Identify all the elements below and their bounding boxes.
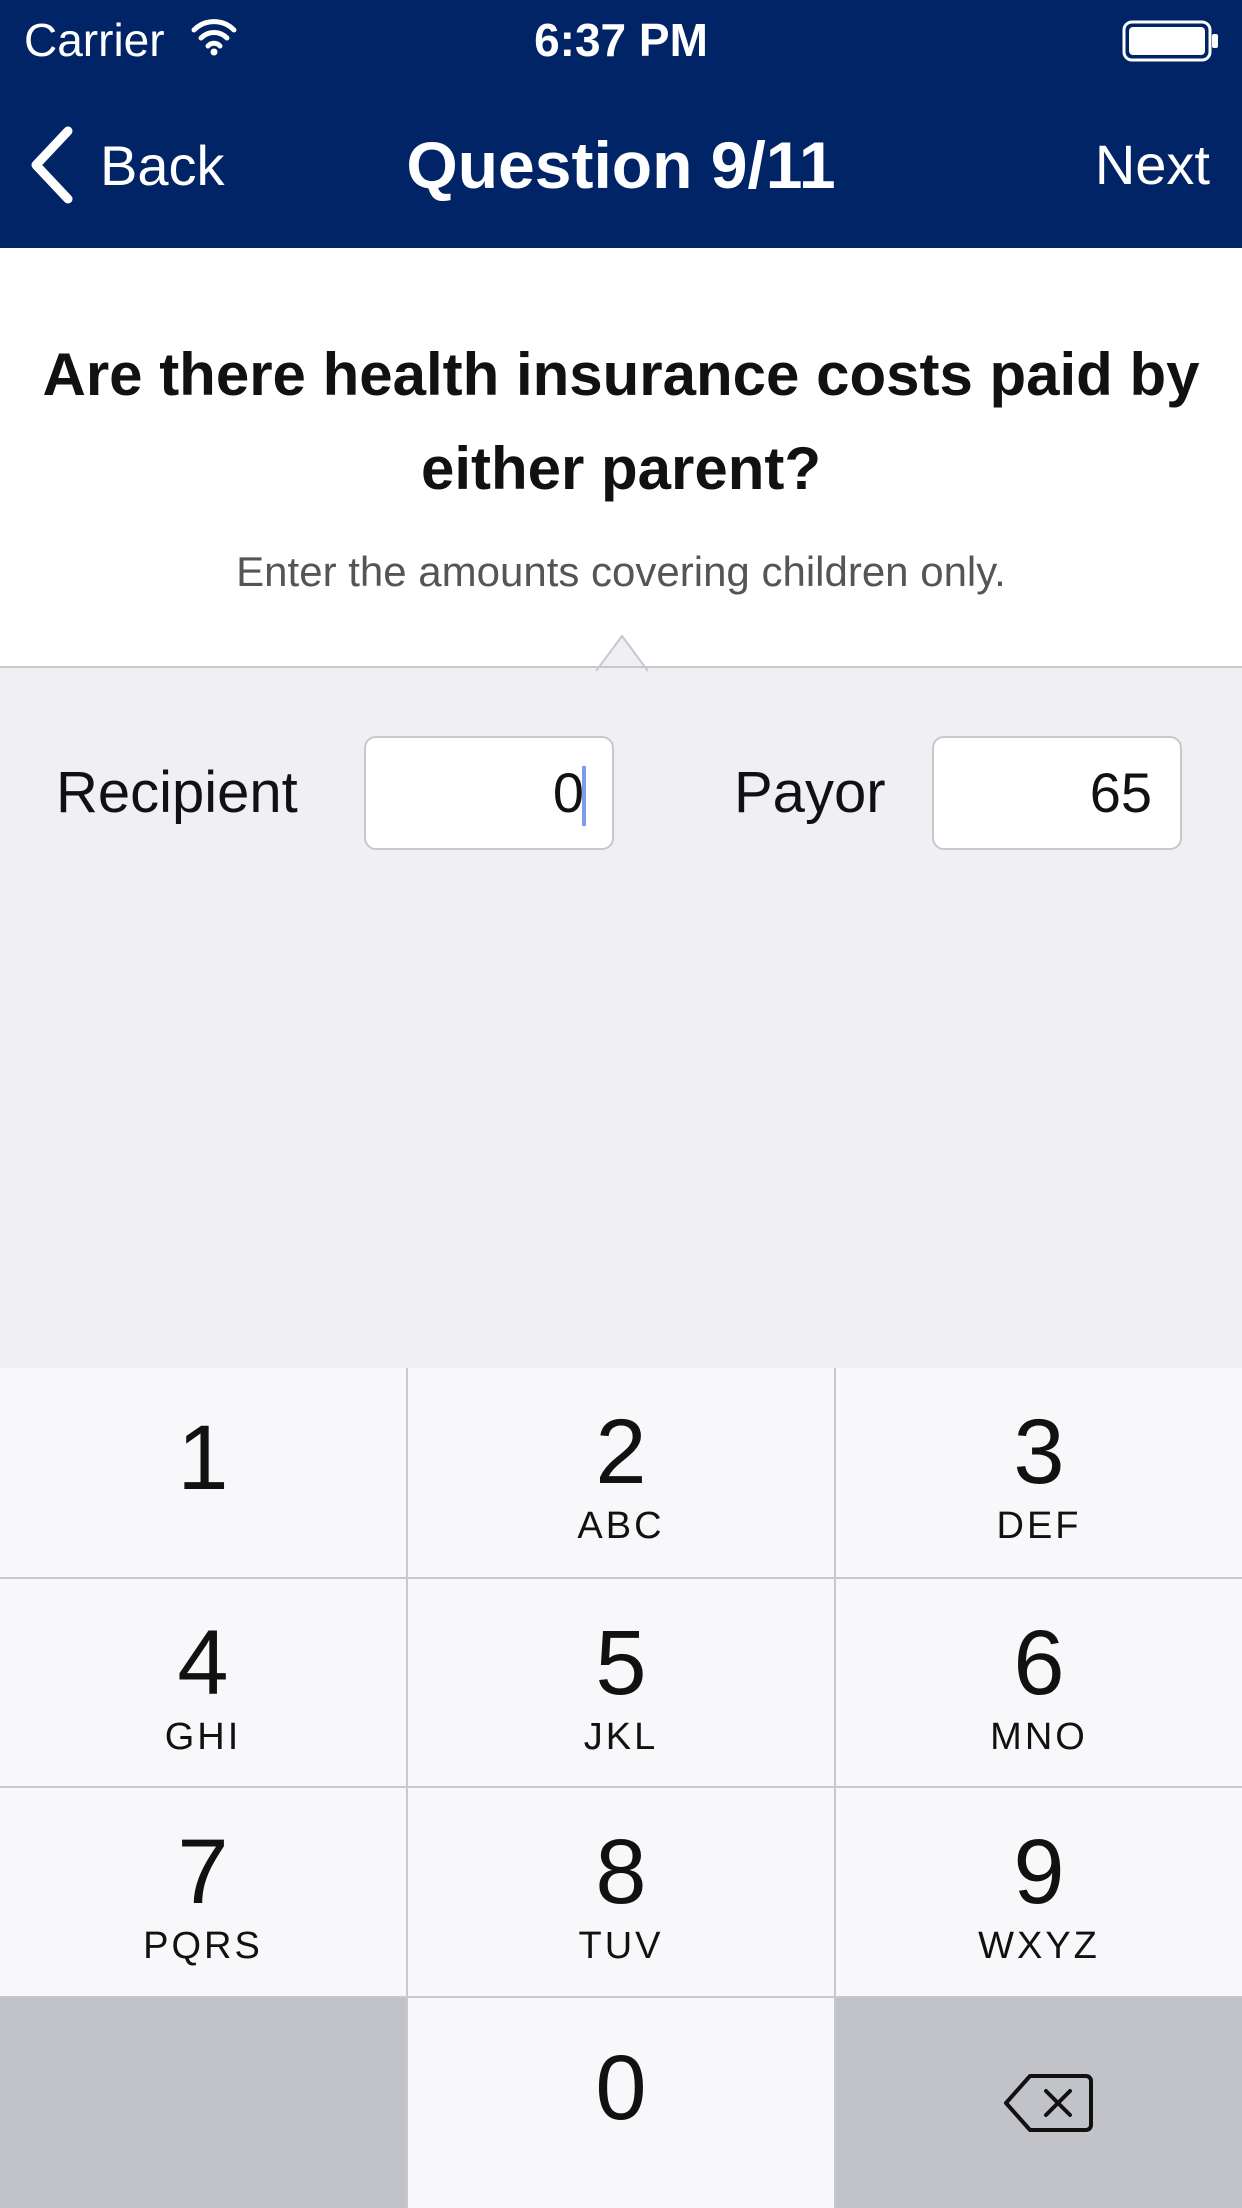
page-title: Question 9/11 — [406, 128, 836, 202]
question-text: Are there health insurance costs paid by… — [42, 341, 1200, 502]
question-panel: Are there health insurance costs paid by… — [0, 248, 1242, 672]
key-0[interactable]: 0 — [408, 1998, 834, 2208]
payor-label: Payor — [734, 760, 886, 825]
key-4[interactable]: 4 GHI — [0, 1579, 406, 1786]
key-digit: 4 — [177, 1612, 229, 1714]
delete-button[interactable] — [836, 1998, 1242, 2208]
key-6[interactable]: 6 MNO — [836, 1579, 1242, 1786]
divider — [0, 666, 1242, 668]
recipient-value: 0 — [552, 761, 584, 824]
nav-bar: Back Question 9/11 Next — [0, 100, 1242, 230]
key-letters: TUV — [578, 1925, 664, 1967]
key-digit: 6 — [1013, 1612, 1065, 1714]
key-digit: 3 — [1013, 1401, 1065, 1503]
key-8[interactable]: 8 TUV — [408, 1788, 834, 1996]
payor-input[interactable]: 65 — [932, 736, 1182, 850]
key-digit: 2 — [595, 1401, 647, 1503]
payor-value: 65 — [1089, 761, 1152, 824]
key-letters: JKL — [583, 1716, 659, 1758]
recipient-label: Recipient — [56, 760, 298, 825]
key-1[interactable]: 1 — [0, 1368, 406, 1577]
key-letters: DEF — [996, 1505, 1082, 1547]
key-digit: 8 — [595, 1821, 647, 1923]
key-digit: 1 — [177, 1407, 229, 1509]
key-letters: ABC — [577, 1505, 665, 1547]
key-9[interactable]: 9 WXYZ — [836, 1788, 1242, 1996]
key-letters: GHI — [164, 1716, 242, 1758]
clock: 6:37 PM — [534, 14, 708, 66]
text-caret — [582, 766, 586, 826]
key-digit: 7 — [177, 1821, 229, 1923]
key-digit: 5 — [595, 1612, 647, 1714]
numeric-keypad: 1 2 ABC 3 DEF 4 GHI 5 JKL 6 MNO 7 PQRS 8… — [0, 1368, 1242, 2208]
key-letters: MNO — [990, 1716, 1088, 1758]
key-2[interactable]: 2 ABC — [408, 1368, 834, 1577]
next-button[interactable]: Next — [1095, 122, 1210, 208]
header: Carrier 6:37 PM Back Question 9/11 Next — [0, 0, 1242, 248]
key-5[interactable]: 5 JKL — [408, 1579, 834, 1786]
key-3[interactable]: 3 DEF — [836, 1368, 1242, 1577]
key-7[interactable]: 7 PQRS — [0, 1788, 406, 1996]
key-digit: 9 — [1013, 1821, 1065, 1923]
delete-backspace-icon — [1004, 2074, 1093, 2132]
key-letters: WXYZ — [978, 1925, 1100, 1967]
key-blank — [0, 1998, 406, 2208]
key-letters: PQRS — [143, 1925, 263, 1967]
hint-text: Enter the amounts covering children only… — [236, 548, 1006, 595]
status-bar: Carrier 6:37 PM — [0, 0, 1242, 80]
battery-icon — [1122, 20, 1218, 62]
recipient-input[interactable]: 0 — [364, 736, 614, 850]
key-digit: 0 — [595, 2037, 647, 2139]
